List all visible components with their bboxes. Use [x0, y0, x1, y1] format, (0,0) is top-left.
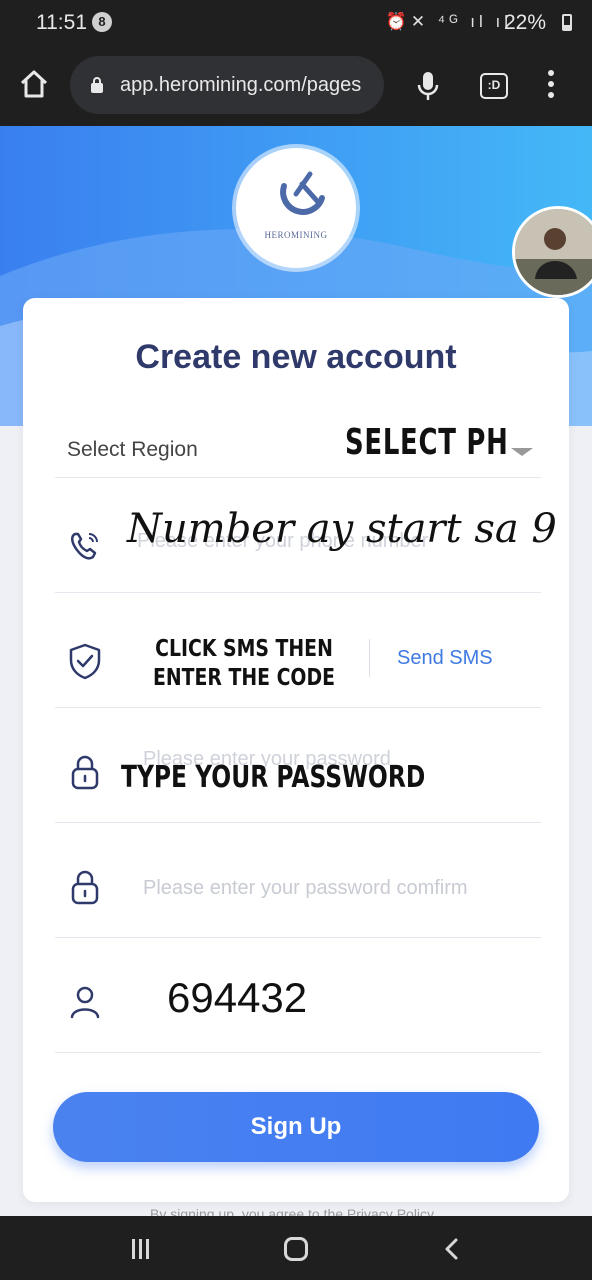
status-bar: 11:51 8 ⏰✕ ⁴ᴳ ıl ıl 22% [0, 0, 592, 44]
page-title: Create new account [135, 338, 457, 376]
menu-dot [548, 81, 554, 87]
phone-icon [71, 532, 98, 560]
sign-up-button[interactable]: Sign Up [53, 1092, 539, 1162]
heromining-logo: HEROMINING [236, 148, 356, 268]
signup-card: Create new account Select Region SELECT … [23, 298, 569, 1202]
lock-icon [91, 77, 103, 93]
chevron-down-icon [511, 448, 533, 456]
page-content: HEROMINING Create new account Select Reg… [0, 126, 592, 1216]
user-icon [70, 986, 100, 1019]
home-button[interactable] [18, 68, 50, 100]
padlock-icon [71, 870, 99, 905]
tab-switcher-button[interactable]: :D [480, 73, 508, 99]
password-field[interactable]: Please enter your password TYPE YOUR PAS… [55, 708, 541, 823]
privacy-notice: By signing up, you agree to the Privacy … [150, 1206, 435, 1216]
logo-emblem-icon [280, 171, 325, 215]
person-photo [515, 209, 592, 295]
sms-instruction-overlay: CLICK SMS THEN ENTER THE CODE [152, 636, 336, 691]
android-nav-bar [0, 1216, 592, 1280]
address-bar[interactable]: app.heromining.com/pages [70, 56, 384, 114]
invite-code-field[interactable]: 694432 [55, 938, 541, 1053]
status-icons: ⏰✕ ⁴ᴳ ıl ıl [385, 12, 512, 31]
region-value: SELECT PH [345, 422, 509, 463]
menu-dot [548, 70, 554, 76]
back-chevron-icon [445, 1238, 458, 1260]
padlock-icon [71, 755, 99, 790]
nav-back-button[interactable] [440, 1237, 464, 1261]
voice-search-button[interactable] [414, 70, 442, 102]
phone-field[interactable]: Please enter your phone number Number ay… [55, 478, 557, 593]
notification-badge: 8 [92, 12, 112, 32]
browser-toolbar: app.heromining.com/pages :D [0, 44, 592, 126]
microphone-icon [417, 72, 439, 100]
phone-instruction-overlay: Number ay start sa 9 [127, 506, 557, 552]
url-text: app.heromining.com/pages [120, 74, 362, 96]
nav-home-button[interactable] [284, 1237, 308, 1261]
battery-percentage: 22% [503, 11, 546, 34]
region-selector[interactable]: Select Region SELECT PH [55, 398, 541, 478]
menu-dot [548, 92, 554, 98]
invite-code-value: 694432 [167, 974, 308, 1021]
password-confirm-field[interactable]: Please enter your password comfirm [55, 823, 541, 938]
password-confirm-placeholder: Please enter your password comfirm [143, 877, 468, 899]
battery-icon [562, 14, 572, 31]
password-instruction-overlay: TYPE YOUR PASSWORD [121, 760, 426, 795]
browser-menu-button[interactable] [542, 70, 560, 102]
field-divider [369, 639, 370, 677]
region-label: Select Region [67, 438, 198, 461]
home-icon [20, 70, 48, 98]
send-sms-button[interactable]: Send SMS [397, 647, 493, 670]
shield-check-icon [69, 643, 101, 680]
logo-text: HEROMINING [264, 230, 328, 240]
recent-bar [139, 1239, 142, 1259]
recent-bar [132, 1239, 135, 1259]
sms-code-field[interactable]: CLICK SMS THEN ENTER THE CODE Send SMS [55, 593, 541, 708]
recent-bar [146, 1239, 149, 1259]
recent-apps-button[interactable] [132, 1239, 154, 1259]
status-time: 11:51 [36, 11, 87, 34]
